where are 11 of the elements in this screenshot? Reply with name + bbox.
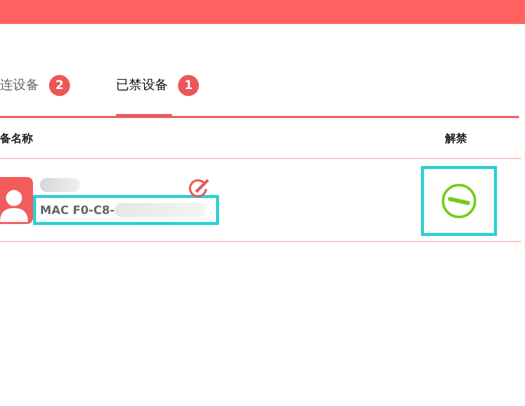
blurred-name	[40, 178, 80, 192]
tab[interactable]: 已禁设备 1	[116, 54, 199, 116]
edit-icon[interactable]	[187, 178, 211, 200]
tab[interactable]: 连设备 2	[0, 54, 70, 116]
column-header: 解禁	[445, 130, 467, 146]
column-header: 备名称	[0, 130, 33, 146]
unblock-button[interactable]	[421, 166, 497, 236]
minus-circle-icon	[440, 182, 478, 220]
count-badge: 1	[178, 74, 199, 96]
mac-address: MAC F0-C8-	[36, 198, 216, 222]
count-badge: 2	[49, 74, 70, 96]
